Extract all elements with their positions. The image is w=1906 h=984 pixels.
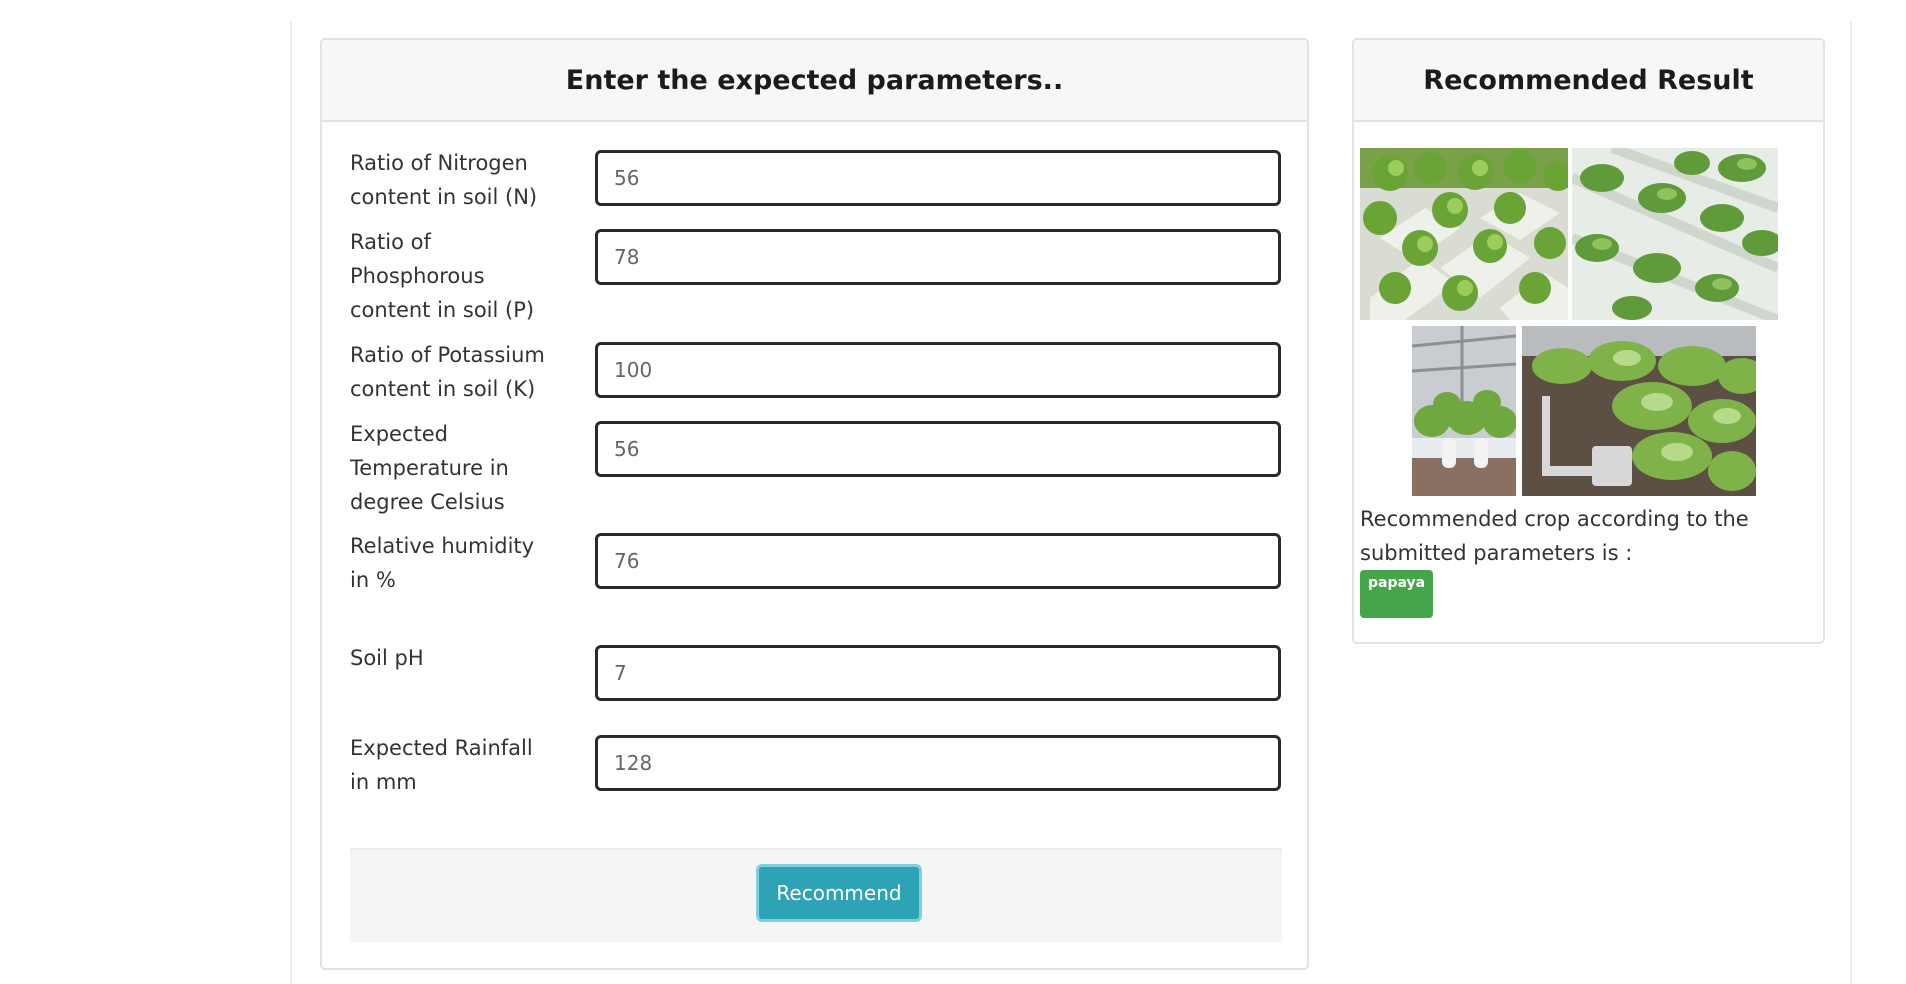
soil-ph-input[interactable]: [595, 645, 1281, 701]
temperature-label: Expected Temperature in degree Celsius: [350, 422, 509, 514]
form-title: Enter the expected parameters..: [322, 40, 1307, 122]
humidity-label: Relative humidity in %: [350, 534, 535, 592]
crop-photo-1: [1360, 148, 1568, 320]
nitrogen-input[interactable]: [595, 150, 1281, 206]
crop-photo-2: [1572, 148, 1778, 320]
phosphorous-input[interactable]: [595, 229, 1281, 285]
result-description: Recommended crop according to the submit…: [1360, 507, 1749, 565]
rainfall-input[interactable]: [595, 735, 1281, 791]
soil-ph-label: Soil pH: [350, 646, 424, 670]
phosphorous-label: Ratio of Phosphorous content in soil (P): [350, 230, 535, 322]
rainfall-label: Expected Rainfall in mm: [350, 736, 533, 794]
crop-photo-3: [1412, 326, 1516, 496]
humidity-input[interactable]: [595, 533, 1281, 589]
temperature-input[interactable]: [595, 421, 1281, 477]
recommend-button[interactable]: Recommend: [756, 864, 922, 922]
crop-badge: papaya: [1360, 570, 1434, 618]
potassium-input[interactable]: [595, 342, 1281, 398]
container-border-right: [1850, 22, 1852, 984]
result-title: Recommended Result: [1354, 40, 1823, 122]
result-card: Recommended Result Recommended crop acco…: [1352, 38, 1825, 644]
page: Enter the expected parameters.. Ratio of…: [0, 0, 1906, 984]
parameters-form-card: Enter the expected parameters.. Ratio of…: [320, 38, 1309, 970]
crop-photo-4: [1522, 326, 1756, 496]
nitrogen-label: Ratio of Nitrogen content in soil (N): [350, 151, 538, 209]
form-footer: Recommend: [350, 848, 1282, 942]
container-border-left: [290, 22, 292, 984]
potassium-label: Ratio of Potassium content in soil (K): [350, 343, 545, 401]
